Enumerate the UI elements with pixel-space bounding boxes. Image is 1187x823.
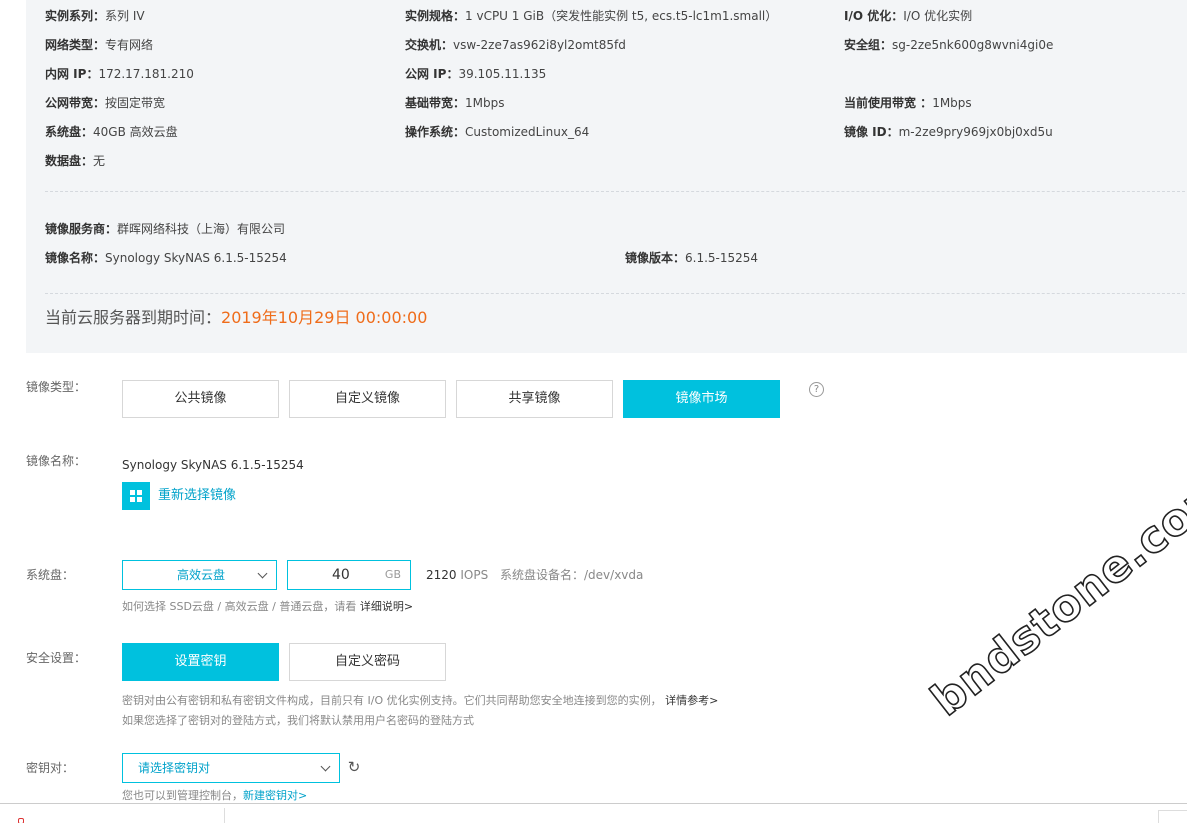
keypair-label: 密钥对： (26, 761, 75, 775)
bottom-bar (0, 803, 1187, 823)
reselect-image-link[interactable]: 重新选择镜像 (158, 487, 236, 505)
expire-date: 2019年10月29日 00:00:00 (221, 308, 428, 327)
info-base-bandwidth: 基础带宽：1Mbps (405, 96, 505, 110)
info-security-group: 安全组：sg-2ze5nk600g8wvni4gi0e (844, 38, 1054, 52)
disk-size-input[interactable]: 40 GB (287, 560, 411, 590)
device-name: 系统盘设备名：/dev/xvda (500, 568, 644, 582)
status-dot-icon (18, 818, 24, 823)
divider (45, 293, 1185, 294)
info-row-8: 镜像名称：Synology SkyNAS 6.1.5-15254 镜像版本：6.… (45, 248, 1185, 268)
new-keypair-link[interactable]: 新建密钥对> (243, 789, 307, 802)
security-label: 安全设置： (26, 651, 87, 665)
security-detail-link[interactable]: 详情参考> (665, 694, 718, 707)
info-spec: 实例规格：1 vCPU 1 GiB（突发性能实例 t5, ecs.t5-lc1m… (405, 9, 778, 23)
iops-info: 2120 IOPS (426, 568, 489, 582)
help-icon[interactable]: ? (809, 382, 824, 397)
info-io-opt: I/O 优化：I/O 优化实例 (844, 9, 973, 23)
info-image-version: 镜像版本：6.1.5-15254 (625, 251, 759, 265)
security-hint-2: 如果您选择了密钥对的登陆方式，我们将默认禁用用户名密码的登陆方式 (122, 714, 474, 727)
custom-password-button[interactable]: 自定义密码 (289, 643, 446, 681)
info-os: 操作系统：CustomizedLinux_64 (405, 125, 590, 139)
info-current-bandwidth: 当前使用带宽 ：1Mbps (844, 96, 972, 110)
image-type-custom-button[interactable]: 自定义镜像 (289, 380, 446, 418)
disk-detail-link[interactable]: 详细说明> (360, 600, 413, 613)
disk-type-select[interactable]: 高效云盘 (122, 560, 277, 590)
info-series: 实例系列：系列 IV (45, 9, 145, 23)
expire-time: 当前云服务器到期时间：2019年10月29日 00:00:00 (45, 308, 428, 327)
info-row-3: 内网 IP：172.17.181.210 公网 IP：39.105.11.135 (45, 64, 1185, 84)
info-image-id: 镜像 ID：m-2ze9pry969jx0bj0xd5u (844, 125, 1053, 139)
info-data-disk: 数据盘：无 (45, 154, 106, 168)
divider (45, 191, 1185, 192)
watermark: bndstone.com (921, 461, 1187, 727)
system-disk-label: 系统盘： (26, 568, 75, 582)
chevron-down-icon (320, 761, 331, 772)
instance-info-panel: 实例系列：系列 IV 实例规格：1 vCPU 1 GiB（突发性能实例 t5, … (26, 0, 1187, 353)
image-name-value: Synology SkyNAS 6.1.5-15254 (122, 458, 304, 472)
disk-size-unit: GB (384, 568, 401, 581)
security-hint-1: 密钥对由公有密钥和私有密钥文件构成，目前只有 I/O 优化实例支持。它们共同帮助… (122, 694, 719, 707)
refresh-icon[interactable]: ↻ (346, 759, 362, 775)
info-row-6: 数据盘：无 (45, 151, 1185, 171)
chevron-down-icon (257, 568, 268, 579)
info-row-2: 网络类型：专有网络 交换机：vsw-2ze7as962i8yl2omt85fd … (45, 35, 1185, 55)
image-type-label: 镜像类型： (26, 380, 87, 394)
disk-size-value: 40 (332, 567, 350, 583)
info-row-5: 系统盘：40GB 高效云盘 操作系统：CustomizedLinux_64 镜像… (45, 122, 1185, 142)
grid-icon[interactable] (122, 482, 150, 510)
keypair-select[interactable]: 请选择密钥对 (122, 753, 340, 783)
corner-box (1158, 810, 1187, 823)
info-network-type: 网络类型：专有网络 (45, 38, 154, 52)
image-type-public-button[interactable]: 公共镜像 (122, 380, 279, 418)
info-public-ip: 公网 IP：39.105.11.135 (405, 67, 547, 81)
info-image-provider: 镜像服务商：群晖网络科技（上海）有限公司 (45, 222, 286, 236)
info-private-ip: 内网 IP：172.17.181.210 (45, 67, 194, 81)
set-key-button[interactable]: 设置密钥 (122, 643, 279, 681)
info-vswitch: 交换机：vsw-2ze7as962i8yl2omt85fd (405, 38, 626, 52)
image-type-market-button[interactable]: 镜像市场 (623, 380, 780, 418)
info-row-1: 实例系列：系列 IV 实例规格：1 vCPU 1 GiB（突发性能实例 t5, … (45, 6, 1185, 26)
disk-hint: 如何选择 SSD云盘 / 高效云盘 / 普通云盘，请看 详细说明> (122, 600, 414, 613)
info-public-bandwidth: 公网带宽：按固定带宽 (45, 96, 166, 110)
info-row-7: 镜像服务商：群晖网络科技（上海）有限公司 (45, 219, 1185, 239)
disk-type-value: 高效云盘 (177, 568, 226, 582)
keypair-placeholder: 请选择密钥对 (138, 761, 211, 775)
image-name-label: 镜像名称： (26, 454, 87, 468)
info-image-name: 镜像名称：Synology SkyNAS 6.1.5-15254 (45, 251, 287, 265)
info-system-disk: 系统盘：40GB 高效云盘 (45, 125, 178, 139)
divider (224, 808, 225, 823)
image-type-shared-button[interactable]: 共享镜像 (456, 380, 613, 418)
info-row-4: 公网带宽：按固定带宽 基础带宽：1Mbps 当前使用带宽 ：1Mbps (45, 93, 1185, 113)
